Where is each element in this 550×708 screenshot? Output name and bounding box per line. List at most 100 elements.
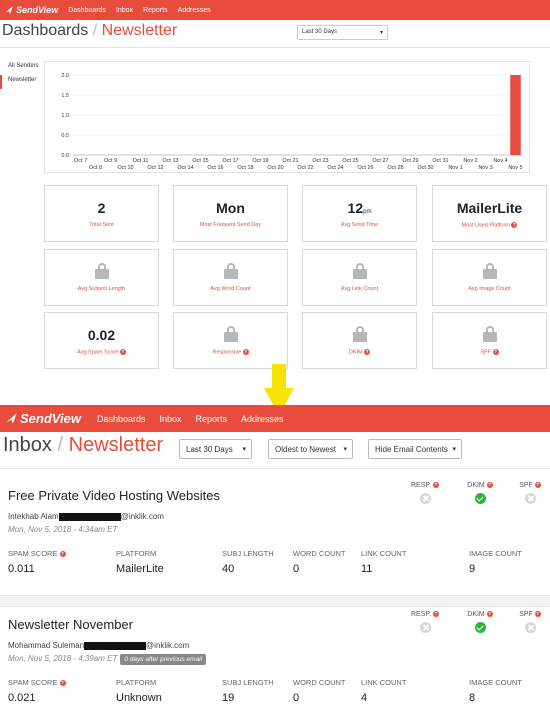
- nav-inbox[interactable]: Inbox: [159, 414, 181, 424]
- stat-value: Mon: [174, 200, 287, 216]
- help-icon[interactable]: ?: [364, 349, 371, 355]
- sidebar-item-newsletter[interactable]: Newsletter: [0, 75, 42, 89]
- nav-dashboards[interactable]: Dashboards: [68, 7, 106, 14]
- stat-card: Avg Image Count: [432, 249, 547, 306]
- help-icon[interactable]: ?: [486, 611, 493, 618]
- help-icon[interactable]: ?: [534, 482, 541, 489]
- stat-label-text: Responsive: [212, 349, 242, 356]
- sender-sidebar: All Senders Newsletter: [0, 61, 42, 89]
- metric-label: LINK COUNT: [361, 549, 407, 558]
- stat-label-text: Total Sent: [89, 222, 114, 228]
- stat-value-text: 12: [347, 200, 364, 216]
- page-title-dashboard: Newsletter: [101, 22, 178, 39]
- auth-check-label: DKIM: [467, 611, 485, 618]
- metric-value: MailerLite: [116, 563, 164, 575]
- stat-label: Total Sent: [45, 222, 158, 228]
- sidebar-item-all-senders[interactable]: All Senders: [0, 61, 42, 75]
- x-tick-label: Oct 7: [74, 158, 87, 164]
- email-subject[interactable]: Newsletter November: [8, 617, 133, 632]
- y-tick-label: 0.0: [61, 153, 69, 159]
- date-range-select[interactable]: Last 30 Days ▾: [297, 25, 388, 40]
- check-fail-icon: [524, 493, 536, 504]
- stat-value-text: 2: [97, 200, 106, 216]
- email-sender: Mohammad Suleman @inklik.com: [8, 641, 189, 650]
- auth-check-label: SPF: [519, 482, 533, 489]
- x-tick-label: Oct 18: [237, 165, 253, 171]
- help-icon[interactable]: ?: [59, 551, 66, 558]
- help-icon[interactable]: ?: [433, 482, 440, 489]
- help-icon[interactable]: ?: [534, 611, 541, 618]
- stat-label: Avg Send Time: [303, 222, 416, 228]
- x-tick-label: Oct 11: [133, 158, 149, 164]
- email-metric: PLATFORM Unknown: [116, 678, 162, 704]
- stat-label-text: Avg Word Count: [210, 286, 251, 292]
- brand-logo[interactable]: SendView: [5, 411, 81, 426]
- x-tick-label: Nov 3: [478, 165, 492, 171]
- email-contents-filter[interactable]: Hide Email Contents ▾: [368, 439, 462, 459]
- sender-name: Intekhab Alam: [8, 512, 59, 521]
- help-icon[interactable]: ?: [486, 482, 493, 489]
- help-icon[interactable]: ?: [242, 349, 249, 355]
- help-icon[interactable]: ?: [59, 680, 66, 687]
- email-subject[interactable]: Free Private Video Hosting Websites: [8, 488, 220, 503]
- stat-label-text: Most Frequent Send Day: [199, 222, 262, 228]
- lock-icon: [482, 326, 497, 342]
- email-metric: SUBJ LENGTH 19: [222, 678, 274, 704]
- page-title: Dashboards / Newsletter: [2, 22, 177, 40]
- stat-value-unit: pm: [363, 209, 372, 215]
- stat-card: Avg Word Count: [173, 249, 288, 306]
- auth-check-label: RESP.: [410, 482, 432, 489]
- metric-label: SPAM SCORE: [8, 549, 58, 558]
- nav-reports[interactable]: Reports: [143, 7, 168, 14]
- stat-value-text: Mon: [216, 200, 245, 216]
- nav-reports[interactable]: Reports: [196, 414, 228, 424]
- help-icon[interactable]: ?: [492, 349, 499, 355]
- brand-logo[interactable]: SendView: [4, 5, 58, 15]
- nav-dashboards[interactable]: Dashboards: [97, 414, 146, 424]
- stat-card: 0.02 Avg Spam Score ?: [44, 312, 159, 369]
- sort-order-filter[interactable]: Oldest to Newest ▾: [268, 439, 353, 459]
- metric-value: 0.011: [8, 563, 35, 575]
- send-volume-chart: 0.0 0.5 1.0 1.5 2.0 Oct 7 Oct 8 Oct 9 Oct 10 Oct …: [44, 61, 530, 173]
- lock-icon: [352, 263, 367, 279]
- auth-check: RESP. ?: [410, 611, 440, 633]
- page-title-separator: /: [92, 22, 98, 39]
- help-icon[interactable]: ?: [433, 611, 440, 618]
- auth-check-label: SPF: [519, 611, 533, 618]
- stat-label-text: Avg Image Count: [468, 286, 511, 292]
- auth-check: RESP. ?: [410, 482, 440, 504]
- metric-label: SUBJ LENGTH: [222, 678, 274, 687]
- stat-label: DKIM ?: [303, 349, 416, 355]
- stat-label: Avg Spam Score ?: [45, 349, 158, 355]
- sort-order-value: Oldest to Newest: [275, 445, 336, 454]
- inbox-navbar: SendView Dashboards Inbox Reports Addres…: [0, 405, 550, 432]
- x-tick-label: Oct 8: [89, 165, 102, 171]
- chart-bar[interactable]: [510, 75, 521, 155]
- stat-label: Most Used Platform ?: [433, 222, 546, 228]
- y-tick-label: 2.0: [61, 73, 69, 79]
- check-fail-icon: [419, 622, 431, 633]
- nav-addresses[interactable]: Addresses: [241, 414, 284, 424]
- brand-name: SendView: [20, 411, 81, 426]
- x-tick-label: Oct 27: [372, 158, 388, 164]
- check-fail-icon: [419, 493, 431, 504]
- date-range-filter[interactable]: Last 30 Days ▾: [179, 439, 252, 459]
- metric-label: WORD COUNT: [293, 549, 346, 558]
- x-tick-label: Oct 30: [417, 165, 433, 171]
- x-tick-label: Nov 5: [508, 165, 522, 171]
- lock-icon: [94, 263, 109, 279]
- email-contents-value: Hide Email Contents: [375, 445, 448, 454]
- check-pass-icon: [474, 622, 486, 633]
- nav-addresses[interactable]: Addresses: [178, 7, 211, 14]
- chevron-down-icon: ▾: [242, 446, 246, 453]
- help-icon[interactable]: ?: [119, 349, 126, 355]
- stat-card: MailerLite Most Used Platform ?: [432, 185, 547, 242]
- x-tick-label: Oct 28: [387, 165, 403, 171]
- metric-label: LINK COUNT: [361, 678, 407, 687]
- metric-value: 19: [222, 692, 235, 704]
- chevron-down-icon: ▾: [379, 30, 383, 36]
- email-date: Mon, Nov 5, 2018 - 4:34am ET: [8, 525, 117, 534]
- sender-domain: @inklik.com: [146, 641, 190, 650]
- help-icon[interactable]: ?: [511, 222, 518, 228]
- nav-inbox[interactable]: Inbox: [116, 7, 133, 14]
